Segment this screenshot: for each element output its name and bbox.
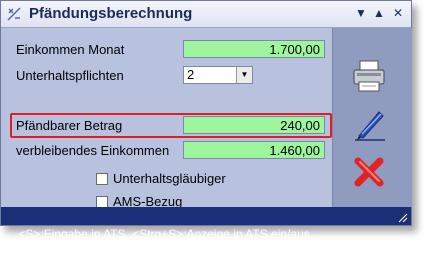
title-bar[interactable]: Pfändungsberechnung ▼ ▲ ✕ — [1, 1, 411, 28]
maintenance-creditor-label: Unterhaltsgläubiger — [113, 171, 226, 186]
income-label: Einkommen Monat — [16, 42, 125, 57]
status-bar: <S>:Eingabe in ATS <Strg+S>:Anzeige in A… — [1, 207, 411, 241]
remaining-income-field[interactable] — [183, 141, 325, 159]
maintenance-creditor-checkbox[interactable] — [96, 173, 108, 185]
pen-icon[interactable] — [351, 106, 387, 142]
menu-down-icon[interactable]: ▼ — [354, 6, 368, 20]
status-text: <S>:Eingabe in ATS <Strg+S>:Anzeige in A… — [18, 227, 310, 241]
seizable-amount-field[interactable] — [183, 116, 325, 134]
calculator-app-icon — [7, 7, 21, 21]
printer-icon[interactable] — [351, 58, 387, 94]
obligations-value: 2 — [187, 67, 195, 82]
restore-up-icon[interactable]: ▲ — [372, 6, 386, 20]
seizable-amount-label: Pfändbarer Betrag — [16, 118, 123, 133]
action-sidebar — [332, 28, 412, 207]
window-close-icon[interactable]: ✕ — [391, 6, 405, 20]
remaining-income-label: verbleibendes Einkommen — [16, 143, 170, 158]
form-area: Einkommen Monat Unterhaltspflichten 2 ▼ … — [3, 28, 332, 209]
income-field[interactable] — [183, 40, 325, 58]
window-title: Pfändungsberechnung — [29, 5, 193, 22]
close-x-icon[interactable] — [351, 154, 387, 190]
obligations-label: Unterhaltspflichten — [16, 68, 124, 83]
pfaendung-window: Pfändungsberechnung ▼ ▲ ✕ Einkommen Mona… — [0, 0, 412, 241]
obligations-select[interactable]: 2 ▼ — [183, 66, 253, 84]
chevron-down-icon[interactable]: ▼ — [236, 67, 252, 83]
resize-grip-icon[interactable] — [398, 213, 408, 223]
